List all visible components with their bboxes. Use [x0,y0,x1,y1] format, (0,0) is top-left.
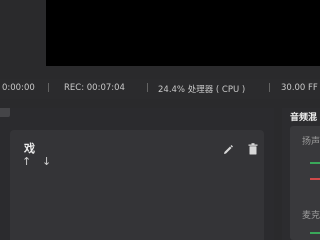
recording-time: REC: 00:07:04 [64,83,125,93]
panel-title-fragment [0,108,10,117]
volume-meter [310,232,320,234]
sources-panel: 戏 ↑ ↓ [0,108,274,240]
trash-icon[interactable] [248,143,258,155]
top-dark-region [0,0,320,76]
arrow-up-icon[interactable]: ↑ [22,156,31,167]
status-separator: | [146,83,149,93]
sources-dock: 戏 ↑ ↓ [10,130,264,240]
pencil-icon[interactable] [222,144,234,156]
mixer-channel-label: 麦克 [302,211,320,221]
audio-mixer-panel: 音频混 扬声 麦克 [282,108,320,240]
video-preview[interactable] [46,0,320,66]
panel-title: 音频混 [290,113,318,123]
status-bar: 0:00:00 | REC: 00:07:04 | 24.4% 处理器 ( CP… [0,79,320,99]
dock-title: 戏 [24,142,35,155]
fps-readout: 30.00 FF [281,83,318,93]
audio-mixer-dock: 扬声 麦克 [290,126,320,240]
stream-time: 0:00:00 [2,83,35,93]
volume-meter [310,178,320,180]
mixer-channel-label: 扬声 [302,137,320,147]
status-separator: | [47,83,50,93]
cpu-usage: 24.4% 处理器 ( CPU ) [158,85,246,95]
status-separator: | [268,83,271,93]
volume-meter [310,162,320,164]
arrow-down-icon[interactable]: ↓ [42,156,51,167]
